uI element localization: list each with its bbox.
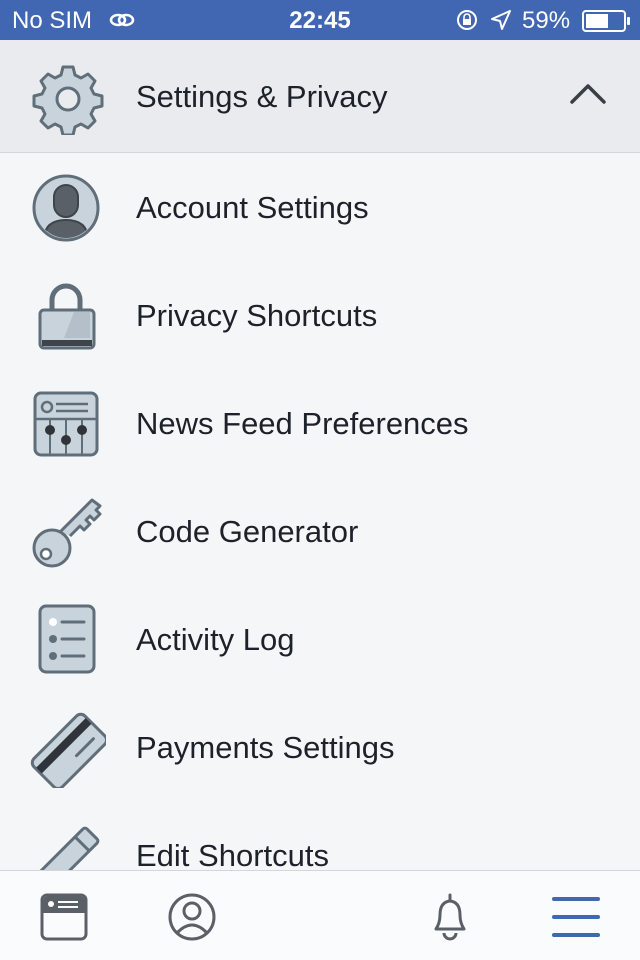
menu-item-label: News Feed Preferences xyxy=(136,406,469,441)
menu-item-edit-shortcuts[interactable]: Edit Shortcuts xyxy=(0,802,640,870)
menu-item-label: Code Generator xyxy=(136,514,359,549)
menu-item-label: Account Settings xyxy=(136,190,369,225)
menu-item-label: Payments Settings xyxy=(136,730,395,765)
menu-item-payments-settings[interactable]: Payments Settings xyxy=(0,694,640,802)
menu-item-label: Activity Log xyxy=(136,622,295,657)
account-icon xyxy=(30,172,102,244)
key-icon xyxy=(30,496,102,568)
menu-item-code-generator[interactable]: Code Generator xyxy=(0,478,640,586)
profile-icon[interactable] xyxy=(164,889,220,945)
pencil-icon xyxy=(30,820,102,870)
settings-privacy-header[interactable]: Settings & Privacy xyxy=(0,40,640,153)
news-feed-preferences-icon xyxy=(30,388,102,460)
menu-item-label: Privacy Shortcuts xyxy=(136,298,378,333)
settings-menu-list: Account Settings Privacy Shortcuts News … xyxy=(0,154,640,870)
battery-percentage: 59% xyxy=(522,7,571,34)
gear-icon xyxy=(32,63,104,140)
credit-card-icon xyxy=(30,712,109,791)
activity-log-icon xyxy=(30,604,102,676)
chevron-up-icon[interactable] xyxy=(568,80,608,113)
menu-item-label: Edit Shortcuts xyxy=(136,838,329,870)
bottom-tab-bar xyxy=(0,870,640,960)
status-bar: No SIM 22:45 59% xyxy=(0,0,640,40)
lock-icon xyxy=(30,280,102,352)
rotation-lock-icon xyxy=(454,8,480,39)
location-arrow-icon xyxy=(490,9,512,38)
bell-icon[interactable] xyxy=(422,889,478,945)
menu-item-activity-log[interactable]: Activity Log xyxy=(0,586,640,694)
menu-item-account-settings[interactable]: Account Settings xyxy=(0,154,640,262)
section-title: Settings & Privacy xyxy=(136,79,388,114)
battery-icon xyxy=(582,10,632,39)
hamburger-menu-icon[interactable] xyxy=(548,889,604,945)
menu-item-privacy-shortcuts[interactable]: Privacy Shortcuts xyxy=(0,262,640,370)
menu-item-news-feed-preferences[interactable]: News Feed Preferences xyxy=(0,370,640,478)
news-feed-icon[interactable] xyxy=(36,889,92,945)
